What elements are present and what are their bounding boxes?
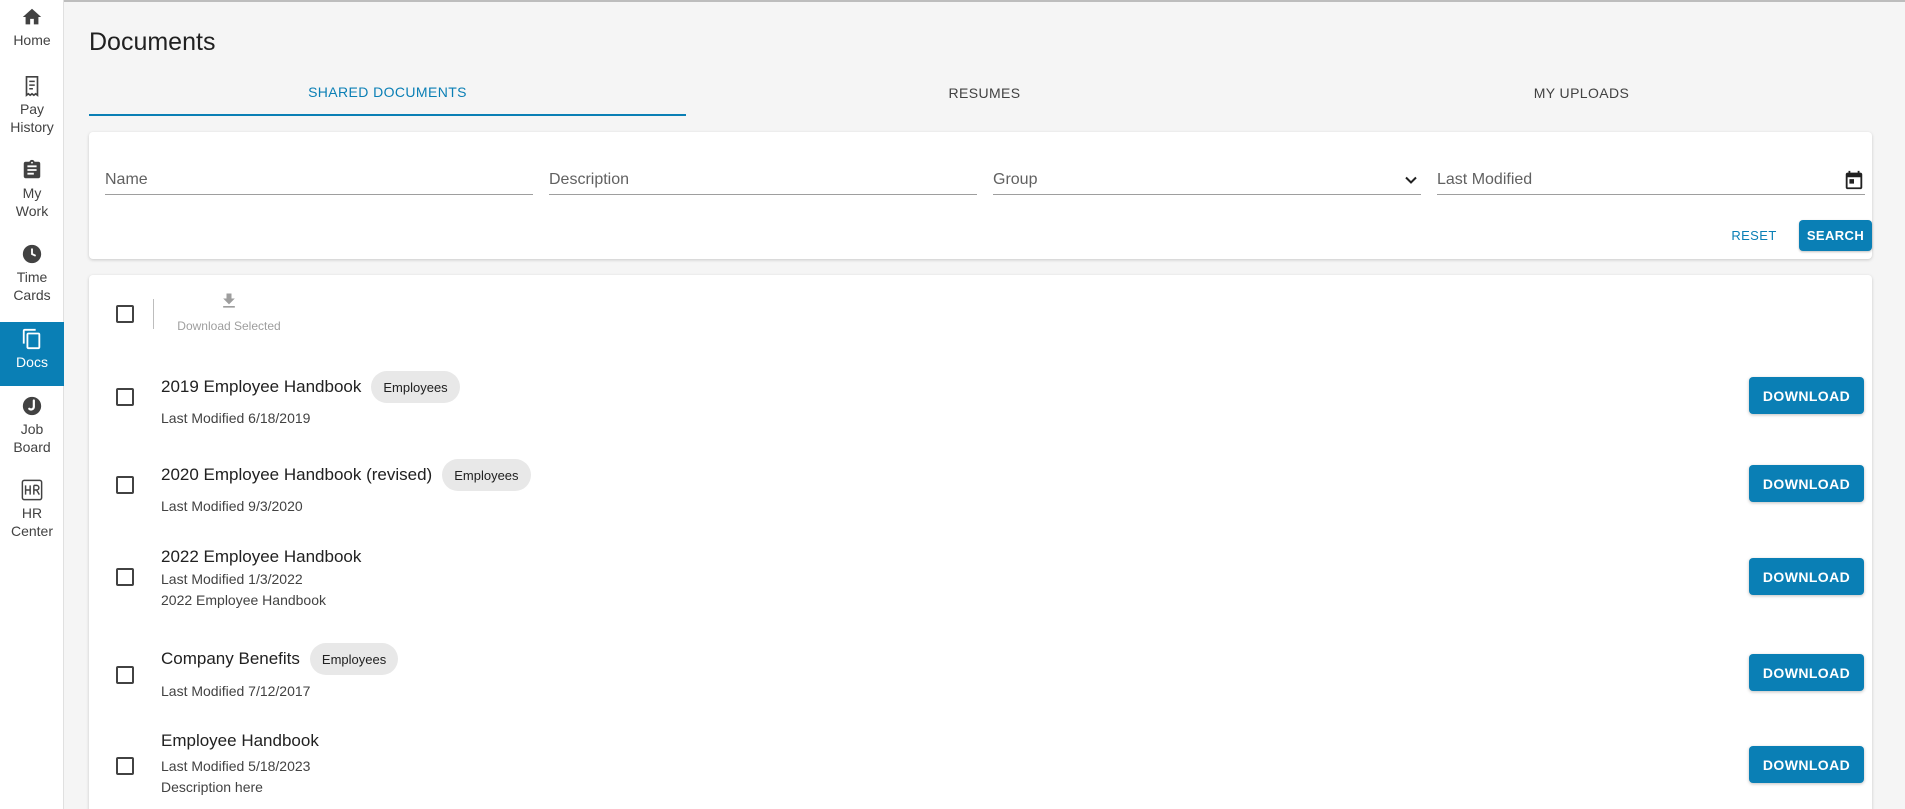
sidebar-item-label: Home bbox=[13, 32, 51, 48]
sidebar-item-label-line: Center bbox=[10, 523, 54, 539]
sidebar-item-my-work[interactable]: My Work bbox=[0, 159, 64, 225]
hr-icon bbox=[21, 479, 43, 501]
top-shadow bbox=[0, 0, 1905, 2]
sidebar-item-label-line: HR bbox=[21, 505, 43, 521]
sidebar-item-hr-center[interactable]: HR Center bbox=[0, 479, 64, 545]
document-title: 2022 Employee Handbook bbox=[161, 547, 362, 566]
sidebar-item-docs[interactable]: Docs bbox=[0, 322, 64, 386]
document-row: 2020 Employee Handbook (revised) Employe… bbox=[89, 459, 1872, 535]
description-filter-placeholder: Description bbox=[549, 170, 630, 188]
receipt-icon bbox=[25, 76, 39, 97]
download-button[interactable]: DOWNLOAD bbox=[1749, 377, 1864, 414]
tab-resumes[interactable]: RESUMES bbox=[686, 70, 1283, 116]
document-row: 2022 Employee Handbook Last Modified 1/3… bbox=[89, 544, 1872, 626]
document-description: 2022 Employee Handbook bbox=[161, 592, 327, 608]
sidebar-item-label-line: Board bbox=[13, 439, 51, 455]
document-title: 2020 Employee Handbook (revised) bbox=[161, 465, 433, 484]
sidebar-item-home[interactable]: Home bbox=[0, 6, 64, 56]
reset-button[interactable]: RESET bbox=[1729, 220, 1779, 250]
download-button[interactable]: DOWNLOAD bbox=[1749, 465, 1864, 502]
last-modified-filter-placeholder: Last Modified bbox=[1437, 170, 1533, 188]
download-selected-label: Download Selected bbox=[177, 319, 281, 333]
row-checkbox[interactable] bbox=[116, 476, 134, 494]
page-title: Documents bbox=[89, 28, 216, 56]
sidebar-item-label-line: Time bbox=[16, 269, 48, 285]
search-button[interactable]: SEARCH bbox=[1799, 220, 1872, 251]
sidebar-item-label: Docs bbox=[16, 354, 48, 370]
row-checkbox[interactable] bbox=[116, 757, 134, 775]
calendar-icon[interactable] bbox=[1843, 169, 1865, 191]
sidebar-item-pay-history[interactable]: Pay History bbox=[0, 75, 64, 141]
job-board-icon bbox=[22, 396, 42, 416]
chevron-down-icon bbox=[1405, 176, 1417, 184]
clipboard-icon bbox=[23, 159, 41, 179]
document-title: Company Benefits bbox=[161, 649, 300, 668]
row-checkbox[interactable] bbox=[116, 388, 134, 406]
group-filter-placeholder: Group bbox=[993, 170, 1038, 188]
documents-icon bbox=[22, 328, 41, 350]
description-filter-input[interactable]: Description bbox=[549, 165, 977, 195]
document-description: Description here bbox=[161, 779, 263, 795]
document-title: 2019 Employee Handbook bbox=[161, 377, 362, 396]
sidebar-item-label-line: Work bbox=[15, 203, 49, 219]
sidebar-item-time-cards[interactable]: Time Cards bbox=[0, 243, 64, 309]
last-modified-text: Last Modified 7/12/2017 bbox=[161, 683, 311, 699]
document-title: Employee Handbook bbox=[161, 731, 319, 750]
row-checkbox[interactable] bbox=[116, 666, 134, 684]
group-chip: Employees bbox=[309, 643, 399, 675]
group-chip: Employees bbox=[371, 371, 460, 403]
select-all-checkbox[interactable] bbox=[116, 305, 134, 323]
sidebar-item-label-line: Cards bbox=[13, 287, 51, 303]
download-button[interactable]: DOWNLOAD bbox=[1749, 558, 1864, 595]
sidebar-item-label-line: History bbox=[10, 119, 54, 135]
download-selected-button[interactable]: Download Selected bbox=[169, 291, 289, 341]
sidebar-item-label-line: Pay bbox=[19, 101, 45, 117]
download-button[interactable]: DOWNLOAD bbox=[1749, 746, 1864, 783]
last-modified-text: Last Modified 6/18/2019 bbox=[161, 410, 311, 426]
group-filter-select[interactable]: Group bbox=[993, 165, 1421, 195]
sidebar-nav: Home Pay History My Work Time Cards Docs Jo… bbox=[0, 0, 64, 809]
last-modified-text: Last Modified 9/3/2020 bbox=[161, 498, 303, 514]
download-button[interactable]: DOWNLOAD bbox=[1749, 654, 1864, 691]
clock-icon bbox=[22, 244, 42, 264]
last-modified-filter-input[interactable]: Last Modified bbox=[1437, 165, 1865, 195]
toolbar-divider bbox=[153, 299, 154, 329]
tab-my-uploads[interactable]: MY UPLOADS bbox=[1283, 70, 1880, 116]
sidebar-item-label-line: Job bbox=[20, 421, 44, 437]
sidebar-item-job-board[interactable]: Job Board bbox=[0, 395, 64, 461]
last-modified-text: Last Modified 1/3/2022 bbox=[161, 571, 303, 587]
filter-panel: Name Description Group Last Modified RES… bbox=[89, 132, 1872, 259]
name-filter-input[interactable]: Name bbox=[105, 165, 533, 195]
last-modified-text: Last Modified 5/18/2023 bbox=[161, 758, 311, 774]
documents-list: Download Selected 2019 Employee Handbook… bbox=[89, 275, 1872, 809]
sidebar-item-label-line: My bbox=[22, 185, 42, 201]
document-row: Company Benefits Employees Last Modified… bbox=[89, 643, 1872, 719]
document-row: Employee Handbook Last Modified 5/18/202… bbox=[89, 728, 1872, 809]
tab-shared-documents[interactable]: SHARED DOCUMENTS bbox=[89, 70, 686, 116]
document-row: 2019 Employee Handbook Employees Last Mo… bbox=[89, 371, 1872, 447]
row-checkbox[interactable] bbox=[116, 568, 134, 586]
name-filter-placeholder: Name bbox=[105, 170, 148, 188]
home-icon bbox=[22, 8, 42, 25]
group-chip: Employees bbox=[442, 459, 531, 491]
download-icon bbox=[223, 293, 235, 308]
tab-bar: SHARED DOCUMENTS RESUMES MY UPLOADS bbox=[89, 70, 1880, 116]
